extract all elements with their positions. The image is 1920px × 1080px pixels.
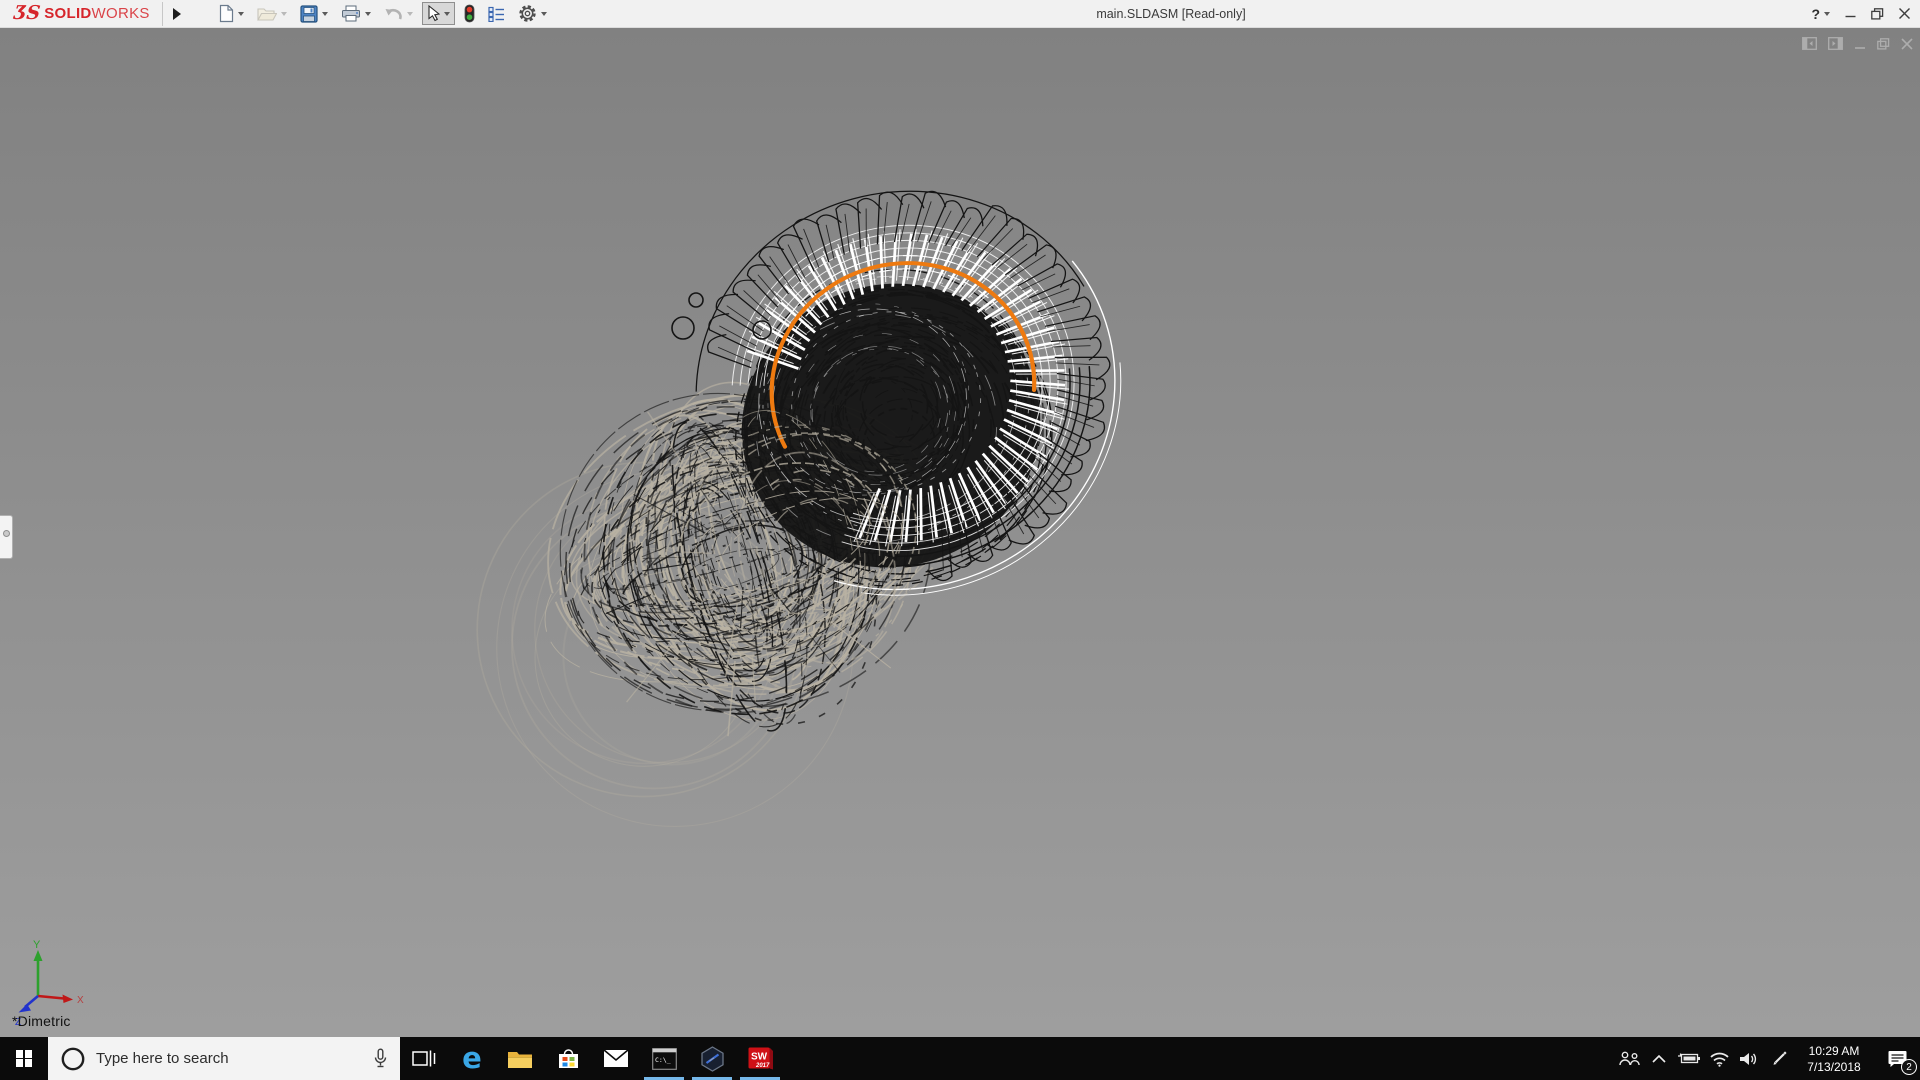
menu-flyout-arrow[interactable] [172, 7, 181, 20]
child-close-icon [1901, 37, 1913, 50]
undo-button[interactable] [380, 3, 417, 24]
save-dropdown-caret[interactable] [321, 11, 328, 16]
new-document-button[interactable] [215, 1, 248, 26]
action-center-button[interactable]: 2 [1874, 1037, 1920, 1080]
child-minimize-icon [1855, 46, 1865, 49]
search-input[interactable] [96, 1050, 363, 1067]
brand-wordmark: SOLIDWORKS [44, 4, 150, 22]
wifi-button[interactable] [1704, 1037, 1734, 1080]
people-icon [1618, 1051, 1640, 1066]
options-button[interactable] [514, 1, 551, 26]
taskbar-app-hexagon[interactable] [688, 1037, 736, 1080]
wifi-icon [1709, 1052, 1729, 1067]
toggle-pane-left-icon [1802, 37, 1817, 50]
new-dropdown-caret[interactable] [237, 11, 244, 16]
view-orientation-label: *Dimetric [12, 1013, 71, 1029]
titlebar: ƷS SOLIDWORKS main.SLDASM [Read-only] ? [0, 0, 1920, 28]
triad-y-label: Y [33, 939, 41, 951]
help-glyph: ? [1811, 5, 1820, 22]
pen-icon [1773, 1051, 1787, 1065]
taskbar-app-store[interactable] [544, 1037, 592, 1080]
help-button[interactable]: ? [1811, 6, 1830, 22]
rebuild-traffic-light-icon [464, 4, 475, 23]
help-dropdown-caret[interactable] [1824, 11, 1830, 16]
cortana-icon [61, 1047, 85, 1070]
windows-taskbar: e C:\_ SW2017 [0, 1037, 1920, 1080]
windows-logo-icon [15, 1050, 33, 1067]
open-document-button[interactable] [253, 3, 291, 25]
toggle-pane-right-icon [1828, 37, 1843, 50]
print-dropdown-caret[interactable] [364, 11, 371, 16]
volume-button[interactable] [1734, 1037, 1764, 1080]
print-icon [341, 5, 360, 22]
sw-letters: SW [751, 1052, 768, 1063]
microphone-icon[interactable] [373, 1048, 388, 1069]
save-button[interactable] [296, 2, 332, 26]
restore-button[interactable] [1871, 7, 1884, 20]
speaker-icon [1740, 1052, 1757, 1065]
notification-badge: 2 [1901, 1059, 1917, 1075]
options-dropdown-caret[interactable] [540, 11, 547, 16]
new-document-icon [219, 4, 233, 23]
chevron-up-icon [1652, 1054, 1666, 1063]
child-restore-icon [1877, 37, 1890, 50]
feature-manager-collapsed-tab[interactable] [0, 515, 13, 559]
taskbar-app-edge[interactable]: e [448, 1037, 496, 1080]
select-cursor-icon [428, 5, 440, 22]
select-tool-button[interactable] [421, 2, 455, 25]
taskbar-app-file-explorer[interactable] [496, 1037, 544, 1080]
select-dropdown-caret[interactable] [443, 11, 450, 16]
print-button[interactable] [337, 2, 375, 25]
taskbar-app-command-prompt[interactable]: C:\_ [640, 1037, 688, 1080]
undo-dropdown-caret[interactable] [406, 11, 413, 16]
taskbar-app-solidworks-2017[interactable]: SW 2017 [736, 1037, 784, 1080]
document-window-controls-ghosted [1802, 37, 1913, 50]
solidworks-2017-icon: SW2017 [748, 1047, 773, 1070]
taskbar-search-box[interactable] [48, 1037, 400, 1080]
taskbar-clock[interactable]: 10:29 AM 7/13/2018 [1794, 1037, 1874, 1080]
edge-icon: e [462, 1041, 482, 1075]
tab-expand-dot [2, 530, 10, 537]
start-button[interactable] [0, 1037, 48, 1080]
dassault-3ds-glyph: ƷS [12, 2, 42, 24]
solidworks-logo: ƷS SOLIDWORKS [0, 2, 158, 24]
battery-charging-icon [1678, 1053, 1700, 1064]
hexagon-app-icon [700, 1045, 724, 1072]
pen-button[interactable] [1764, 1037, 1794, 1080]
document-title: main.SLDASM [Read-only] [1096, 6, 1246, 21]
command-prompt-icon: C:\_ [651, 1047, 677, 1070]
minimize-button[interactable] [1845, 8, 1856, 19]
undo-icon [385, 8, 402, 20]
task-view-button[interactable] [400, 1037, 448, 1080]
people-button[interactable] [1614, 1037, 1644, 1080]
display-settings-list-icon [488, 6, 504, 22]
hidden-icons-button[interactable] [1644, 1037, 1674, 1080]
system-tray: 10:29 AM 7/13/2018 2 [1614, 1037, 1920, 1080]
close-button[interactable] [1899, 8, 1910, 19]
solidworks-screen: { "titlebar": { "brand_glyph": "ƷS", "br… [0, 0, 1920, 1080]
display-settings-button[interactable] [484, 3, 509, 25]
model-canvas-turbine-assembly[interactable] [0, 28, 1920, 1037]
open-document-icon [256, 7, 277, 21]
save-icon [300, 4, 318, 23]
file-explorer-icon [508, 1051, 532, 1068]
mail-icon [603, 1049, 629, 1067]
cmd-prompt-text: C:\_ [655, 1056, 671, 1064]
toolbar-separator [161, 1, 163, 26]
window-controls: ? [1811, 0, 1910, 27]
graphics-viewport[interactable]: Y X Z *Dimetric [0, 28, 1920, 1037]
microsoft-store-icon [558, 1049, 578, 1068]
quick-access-toolbar [215, 1, 551, 26]
rebuild-button[interactable] [460, 1, 479, 26]
clock-date: 7/13/2018 [1807, 1060, 1861, 1075]
clock-time: 10:29 AM [1808, 1044, 1860, 1058]
task-view-icon [412, 1050, 436, 1067]
battery-button[interactable] [1674, 1037, 1704, 1080]
open-dropdown-caret[interactable] [280, 11, 287, 16]
taskbar-app-mail[interactable] [592, 1037, 640, 1080]
triad-x-label: X [77, 995, 84, 1006]
options-gear-icon [519, 5, 536, 22]
sw-year: 2017 [755, 1063, 770, 1069]
